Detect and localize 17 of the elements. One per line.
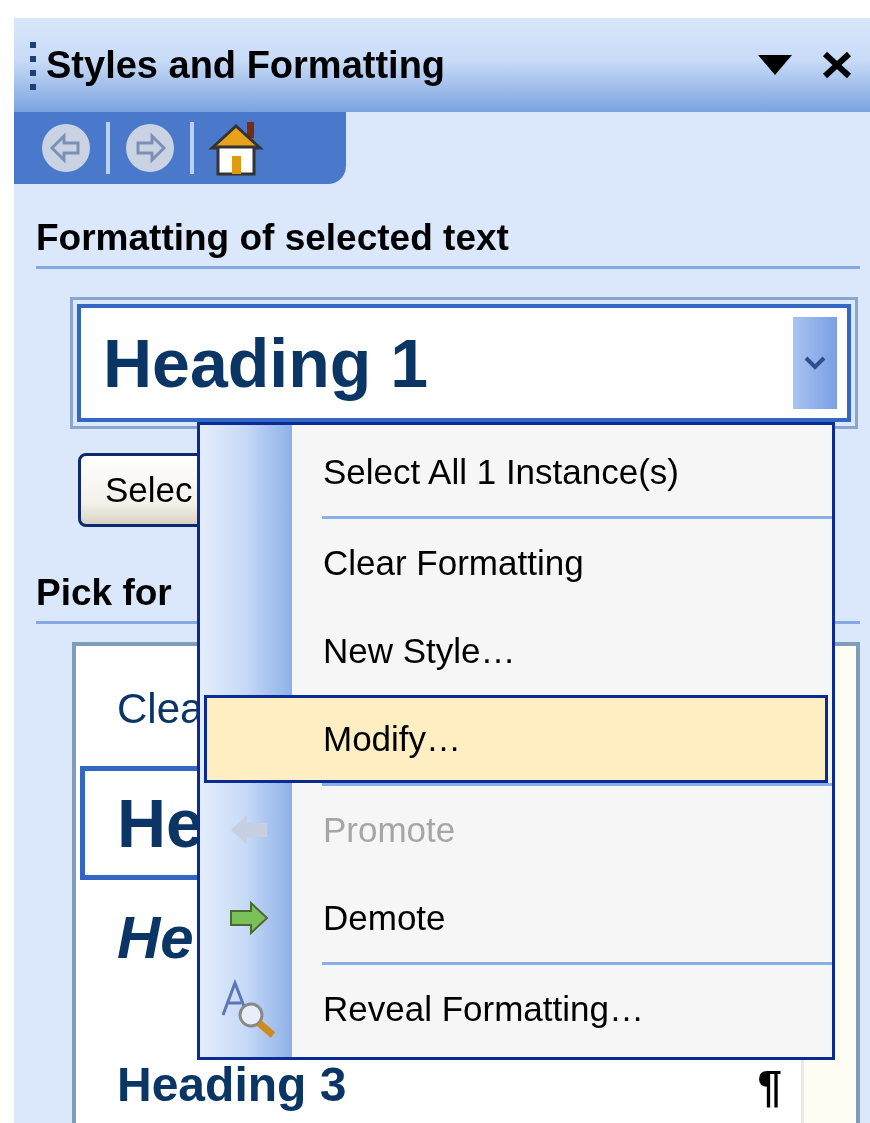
style-dropdown[interactable]: Heading 1: [77, 304, 851, 422]
menu-item[interactable]: Modify…: [204, 695, 828, 783]
dropdown-button[interactable]: [793, 317, 837, 409]
section-heading: Formatting of selected text: [36, 216, 510, 260]
menu-item[interactable]: Reveal Formatting…: [204, 965, 828, 1053]
close-icon[interactable]: [822, 51, 852, 79]
left-arrow-icon: [229, 812, 269, 848]
right-arrow-icon: [229, 900, 269, 936]
paragraph-mark: ¶: [757, 1065, 782, 1109]
dropdown-arrow-icon[interactable]: [758, 55, 792, 75]
grip-icon[interactable]: [28, 40, 38, 90]
menu-item[interactable]: Demote: [204, 874, 828, 962]
home-icon[interactable]: [208, 120, 264, 176]
panel-title: Styles and Formatting: [46, 43, 446, 87]
chevron-icon: [804, 356, 826, 370]
section-heading: Pick for: [36, 571, 173, 615]
menu-item[interactable]: New Style…: [204, 607, 828, 695]
